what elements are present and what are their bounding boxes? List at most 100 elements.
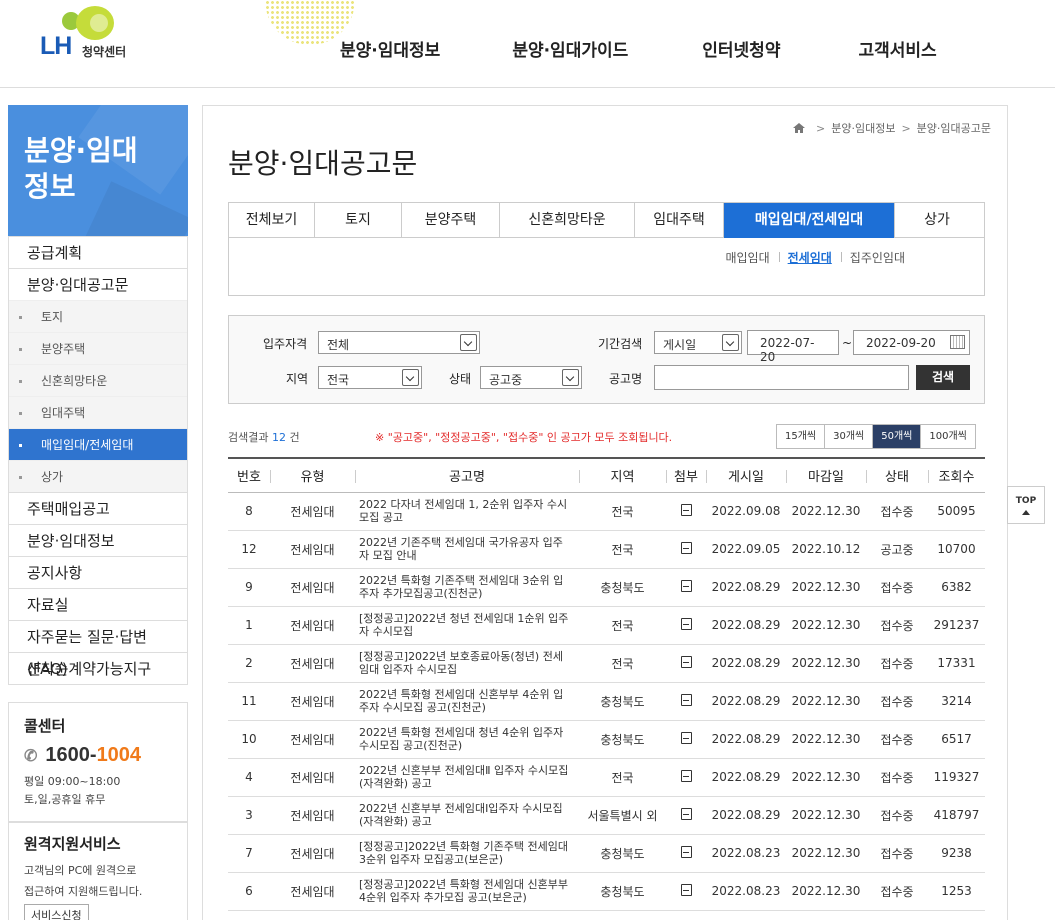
attachment-icon[interactable] xyxy=(680,655,692,668)
nav-item[interactable]: 분양·임대가이드 xyxy=(512,36,628,61)
cell-views: 50095 xyxy=(928,492,985,531)
cell-status: 접수중 xyxy=(866,834,928,873)
nav-item[interactable]: 고객서비스 xyxy=(858,36,936,61)
sidebar-item[interactable]: 자료실 xyxy=(9,588,187,620)
sub-tabs: 매입임대 전세임대 집주인임대 xyxy=(716,249,914,266)
page-size-option[interactable]: 50개씩 xyxy=(873,425,922,448)
notice-title-link[interactable]: 2022년 신혼부부 전세임대Ⅰ입주자 수시모집(자격완화) 공고 xyxy=(355,796,579,835)
period-type-select[interactable]: 게시일 xyxy=(654,331,742,354)
notice-title-link[interactable]: 2022 다자녀 전세임대 1, 2순위 입주자 수시모집 공고 xyxy=(355,492,579,531)
sidebar-item[interactable]: 주택매입공고 xyxy=(9,492,187,524)
notice-title-link[interactable]: [정정공고]2022년 청년 전세임대 1순위 입주자 수시모집 xyxy=(355,606,579,645)
attachment-icon[interactable] xyxy=(680,883,692,896)
date-to-input[interactable]: 2022-09-20 xyxy=(853,330,970,355)
nav-item[interactable]: 분양·임대정보 xyxy=(340,36,440,61)
logo-text: LH xyxy=(40,32,72,60)
attachment-icon[interactable] xyxy=(680,541,692,554)
table-row: 1 전세임대 [정정공고]2022년 청년 전세임대 1순위 입주자 수시모집 전국 2… xyxy=(228,606,985,645)
cell-views: 291237 xyxy=(928,606,985,645)
cell-type: 전세임대 xyxy=(270,796,355,835)
nav-item[interactable]: 인터넷청약 xyxy=(702,36,780,61)
tab-item[interactable]: 매입임대/전세임대 xyxy=(724,203,895,238)
subtab-item[interactable]: 집주인임대 xyxy=(840,249,914,266)
status-select[interactable]: 공고중 xyxy=(480,366,582,389)
notice-title-link[interactable]: [정정공고]2022년 특화형 전세임대 신혼부부 4순위 입주자 추가모집 공… xyxy=(355,872,579,911)
cell-views: 418797 xyxy=(928,796,985,835)
sidebar-item[interactable]: 선착순계약가능지구 xyxy=(9,652,187,684)
cell-region: 서울특별시 외 xyxy=(579,796,666,835)
page-size-option[interactable]: 100개씩 xyxy=(921,425,975,448)
sidebar-item[interactable]: 공지사항 xyxy=(9,556,187,588)
attachment-icon[interactable] xyxy=(680,503,692,516)
cell-type: 전세임대 xyxy=(270,720,355,759)
attachment-icon[interactable] xyxy=(680,845,692,858)
notice-title-link[interactable]: [정정공고]2022년 보호종료아동(청년) 전세임대 입주자 수시모집 xyxy=(355,644,579,683)
logo-subtitle: 청약센터 xyxy=(82,45,127,59)
sidebar-item[interactable]: 공급계획 xyxy=(9,236,187,268)
tab-item[interactable]: 전체보기 xyxy=(229,203,315,238)
table-row: 8 전세임대 2022 다자녀 전세임대 1, 2순위 입주자 수시모집 공고 전국 2… xyxy=(228,492,985,531)
lh-logo[interactable]: LH 청약센터 xyxy=(40,6,180,66)
global-nav: 분양·임대정보 분양·임대가이드 인터넷청약 고객서비스 xyxy=(340,36,937,61)
tab-item[interactable]: 신혼희망타운 xyxy=(500,203,635,238)
attachment-icon[interactable] xyxy=(680,693,692,706)
attachment-icon[interactable] xyxy=(680,579,692,592)
sidebar-item[interactable]: 신혼희망타운 xyxy=(9,364,187,396)
column-header: 첨부 xyxy=(666,457,706,493)
tab-item[interactable]: 임대주택 xyxy=(635,203,724,238)
sidebar-item[interactable]: 임대주택 xyxy=(9,396,187,428)
breadcrumb-item[interactable]: 분양·임대공고문 xyxy=(917,120,991,136)
sidebar-item[interactable]: 분양·임대정보 xyxy=(9,524,187,556)
cell-views: 119327 xyxy=(928,758,985,797)
service-request-button[interactable]: 서비스신청 xyxy=(24,904,89,920)
sidebar-item[interactable]: 매입임대/전세임대 xyxy=(9,428,187,460)
attachment-icon[interactable] xyxy=(680,731,692,744)
attachment-icon[interactable] xyxy=(680,807,692,820)
notice-title-link[interactable]: [정정공고]2022년 특화형 기존주택 전세임대 3순위 입주자 모집공고(보… xyxy=(355,834,579,873)
cell-region: 전국 xyxy=(579,758,666,797)
page-size-option[interactable]: 15개씩 xyxy=(777,425,826,448)
tab-item[interactable]: 분양주택 xyxy=(402,203,500,238)
sidebar-item[interactable]: 자주묻는 질문·답변(FAQ) xyxy=(9,620,187,678)
notice-title-link[interactable]: 2022년 특화형 기존주택 전세임대 3순위 입주자 추가모집공고(진천군) xyxy=(355,568,579,607)
target-select[interactable]: 전체 xyxy=(318,331,480,354)
cell-type: 전세임대 xyxy=(270,606,355,645)
home-icon[interactable] xyxy=(793,123,805,133)
notice-title-link[interactable]: 2022년 기존주택 전세임대 국가유공자 입주자 모집 안내 xyxy=(355,530,579,569)
cell-type: 전세임대 xyxy=(270,682,355,721)
search-button[interactable]: 검색 xyxy=(916,365,970,390)
cell-region: 충청북도 xyxy=(579,720,666,759)
page-size-option[interactable]: 30개씩 xyxy=(825,425,874,448)
cell-no: 6 xyxy=(228,872,270,911)
notice-title-link[interactable]: 2022년 신혼부부 전세임대Ⅱ 입주자 수시모집(자격완화) 공고 xyxy=(355,758,579,797)
sidebar-item[interactable]: 분양주택 xyxy=(9,332,187,364)
sidebar-item[interactable]: 분양·임대공고문 xyxy=(9,268,187,300)
remote-support-box: 원격지원서비스 고객님의 PC에 원격으로 접근하여 지원해드립니다. 서비스신청 xyxy=(8,822,188,920)
cell-no: 2 xyxy=(228,644,270,683)
cell-no: 10 xyxy=(228,720,270,759)
callcenter-holiday: 토,일,공휴일 휴무 xyxy=(24,793,106,806)
subtab-item[interactable]: 매입임대 xyxy=(716,249,778,266)
notice-title-link[interactable]: 2022년 특화형 전세임대 신혼부부 4순위 입주자 수시모집 공고(진천군) xyxy=(355,682,579,721)
calendar-icon[interactable] xyxy=(950,335,965,349)
sidebar-item[interactable]: 상가 xyxy=(9,460,187,492)
subtab-item[interactable]: 전세임대 xyxy=(778,249,841,266)
cell-type: 전세임대 xyxy=(270,758,355,797)
attachment-icon[interactable] xyxy=(680,617,692,630)
cell-status: 접수중 xyxy=(866,796,928,835)
sidebar-item[interactable]: 토지 xyxy=(9,300,187,332)
breadcrumb-item[interactable]: 분양·임대정보 xyxy=(831,120,895,136)
notice-title-link[interactable]: 2022년 특화형 전세임대 청년 4순위 입주자 수시모집 공고(진천군) xyxy=(355,720,579,759)
cell-no: 7 xyxy=(228,834,270,873)
date-from-input[interactable]: 2022-07-20 xyxy=(747,330,839,364)
region-select[interactable]: 전국 xyxy=(318,366,422,389)
chevron-down-icon xyxy=(402,369,419,386)
tab-item[interactable]: 토지 xyxy=(315,203,402,238)
attachment-icon[interactable] xyxy=(680,769,692,782)
tab-item[interactable]: 상가 xyxy=(895,203,979,238)
column-header: 공고명 xyxy=(355,457,579,493)
cell-posted: 2022.08.29 xyxy=(706,720,786,759)
scroll-top-button[interactable]: TOP xyxy=(1007,486,1045,524)
notice-name-input[interactable] xyxy=(654,365,909,390)
target-label: 입주자격 xyxy=(263,337,308,351)
